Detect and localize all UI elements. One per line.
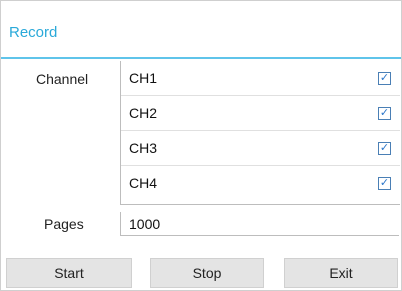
checkbox-ch1[interactable]: ✓ xyxy=(378,72,391,85)
channel-name: CH4 xyxy=(129,175,158,191)
stop-button[interactable]: Stop xyxy=(150,258,264,288)
pages-label: Pages xyxy=(44,216,84,232)
channel-row-ch1[interactable]: CH1 ✓ xyxy=(121,61,400,96)
channel-name: CH3 xyxy=(129,140,158,156)
channel-row-ch4[interactable]: CH4 ✓ xyxy=(121,166,400,201)
pages-input[interactable]: 1000 xyxy=(120,212,399,236)
channel-row-ch2[interactable]: CH2 ✓ xyxy=(121,96,400,131)
record-dialog: Record Channel CH1 ✓ CH2 ✓ CH3 ✓ CH4 ✓ P… xyxy=(0,0,402,291)
pages-value: 1000 xyxy=(129,216,161,232)
channel-label: Channel xyxy=(36,71,89,87)
checkbox-ch2[interactable]: ✓ xyxy=(378,107,391,120)
channel-name: CH1 xyxy=(129,70,158,86)
title-divider xyxy=(1,57,401,59)
start-button[interactable]: Start xyxy=(6,258,132,288)
checkmark-icon: ✓ xyxy=(379,72,390,84)
channel-row-ch3[interactable]: CH3 ✓ xyxy=(121,131,400,166)
channel-list: CH1 ✓ CH2 ✓ CH3 ✓ CH4 ✓ xyxy=(120,61,400,205)
checkmark-icon: ✓ xyxy=(379,142,390,154)
checkmark-icon: ✓ xyxy=(379,107,390,119)
checkbox-ch3[interactable]: ✓ xyxy=(378,142,391,155)
checkbox-ch4[interactable]: ✓ xyxy=(378,177,391,190)
channel-name: CH2 xyxy=(129,105,158,121)
exit-button[interactable]: Exit xyxy=(284,258,398,288)
dialog-title: Record xyxy=(9,24,58,41)
checkmark-icon: ✓ xyxy=(379,177,390,189)
